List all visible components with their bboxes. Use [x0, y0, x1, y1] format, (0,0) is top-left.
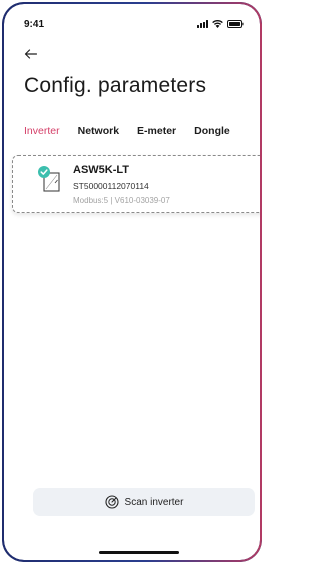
status-icons	[197, 20, 244, 28]
device-meta: Modbus:5 | V610-03039-07	[73, 196, 170, 205]
home-indicator	[99, 551, 179, 554]
page-title: Config. parameters	[24, 74, 207, 97]
status-bar: 9:41	[24, 16, 244, 32]
signal-icon	[197, 20, 208, 28]
chevron-right-icon: ›	[261, 166, 262, 178]
scan-inverter-label: Scan inverter	[124, 496, 184, 508]
tab-inverter[interactable]: Inverter	[24, 125, 60, 137]
tab-e-meter[interactable]: E-meter	[137, 125, 176, 137]
battery-icon	[227, 20, 244, 28]
scan-inverter-button[interactable]: Scan inverter	[33, 488, 255, 516]
back-button[interactable]	[24, 46, 44, 62]
tab-network[interactable]: Network	[78, 125, 119, 137]
phone-frame: 9:41 Config. parameters Inverter Network…	[2, 2, 262, 562]
tab-bar: Inverter Network E-meter Dongle	[24, 125, 230, 137]
arrow-left-icon	[24, 49, 37, 59]
wifi-icon	[212, 20, 223, 28]
device-card[interactable]: ASW5K-LT ST50000112070114 Modbus:5 | V61…	[12, 155, 262, 213]
device-serial: ST50000112070114	[73, 181, 149, 191]
tab-dongle[interactable]: Dongle	[194, 125, 230, 137]
inverter-icon	[37, 165, 63, 193]
scan-icon	[104, 495, 119, 509]
status-time: 9:41	[24, 18, 45, 30]
device-name: ASW5K-LT	[73, 164, 130, 176]
